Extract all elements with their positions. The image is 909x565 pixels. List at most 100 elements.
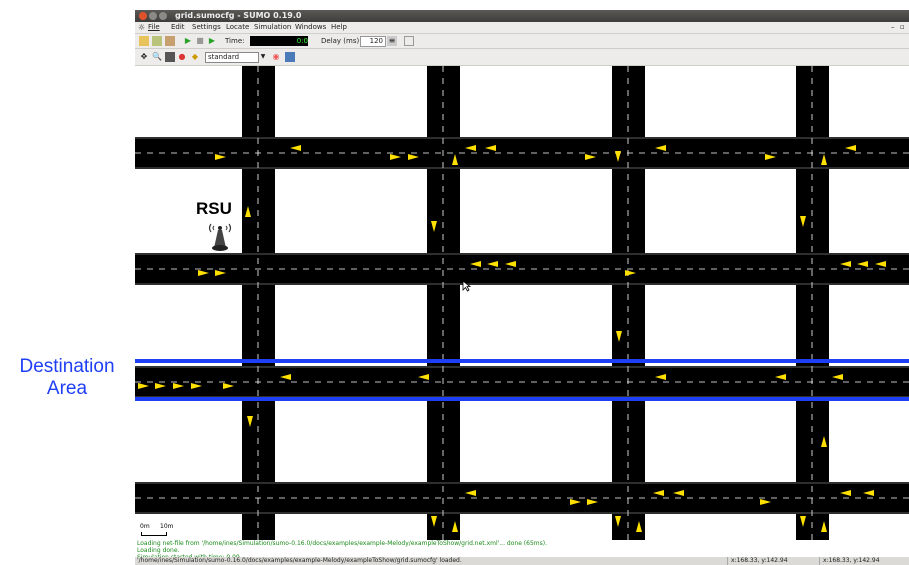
vehicle[interactable] — [800, 516, 806, 527]
status-bar: '/home/ines/Simulation/sumo-0.16.0/docs/… — [135, 557, 909, 565]
vehicle[interactable] — [653, 490, 664, 496]
run-icon[interactable]: ▶ — [183, 36, 193, 46]
locate-vehicle-icon[interactable]: ● — [177, 52, 187, 62]
recenter-icon[interactable]: ✥ — [139, 52, 149, 62]
vehicle[interactable] — [215, 270, 226, 276]
vehicle[interactable] — [280, 374, 291, 380]
lane-markings — [135, 66, 909, 540]
vehicle[interactable] — [485, 145, 496, 151]
restore-icon[interactable]: – — [891, 22, 895, 33]
rsu-antenna-icon — [208, 223, 232, 251]
vehicle[interactable] — [245, 206, 251, 217]
vehicle[interactable] — [800, 216, 806, 227]
vehicle[interactable] — [431, 516, 437, 527]
vehicle[interactable] — [390, 154, 401, 160]
vehicle[interactable] — [655, 145, 666, 151]
minimize-window-button[interactable] — [149, 12, 157, 20]
vehicle[interactable] — [452, 154, 458, 165]
stop-icon[interactable]: ■ — [195, 36, 205, 46]
mouse-cursor-icon — [462, 280, 471, 292]
vehicle[interactable] — [857, 261, 868, 267]
vehicle[interactable] — [191, 383, 202, 389]
vehicle[interactable] — [775, 374, 786, 380]
window-title: grid.sumocfg - SUMO 0.19.0 — [175, 11, 302, 20]
vehicle[interactable] — [587, 499, 598, 505]
close-window-button[interactable] — [139, 12, 147, 20]
destination-boundary-bottom — [135, 397, 909, 401]
menu-simulation[interactable]: Simulation — [254, 22, 291, 33]
delay-stepper[interactable]: ≡ — [387, 36, 397, 46]
step-icon[interactable]: ▶ — [207, 36, 217, 46]
vehicle[interactable] — [465, 145, 476, 151]
vehicle[interactable] — [290, 145, 301, 151]
vehicle[interactable] — [198, 270, 209, 276]
vehicle[interactable] — [505, 261, 516, 267]
simulation-view[interactable]: RSU 0m 10m — [135, 66, 909, 540]
menu-edit[interactable]: Edit — [171, 22, 185, 33]
vehicle[interactable] — [470, 261, 481, 267]
vehicle[interactable] — [138, 383, 149, 389]
menu-locate[interactable]: Locate — [226, 22, 249, 33]
vehicle[interactable] — [821, 154, 827, 165]
sumo-window: grid.sumocfg - SUMO 0.19.0 ☼ File Edit S… — [135, 10, 909, 565]
vehicle[interactable] — [247, 416, 253, 427]
vehicle[interactable] — [636, 521, 642, 532]
vehicle[interactable] — [465, 490, 476, 496]
menu-help[interactable]: Help — [331, 22, 347, 33]
view-toolbar: ✥ 🔍 ● ◆ standard ▼ ◉ — [135, 49, 909, 66]
maximize-window-button[interactable] — [159, 12, 167, 20]
destination-label-line2: Area — [46, 378, 88, 399]
vehicle[interactable] — [215, 154, 226, 160]
open-simulation-icon[interactable] — [139, 36, 149, 46]
log-line: Loading done. — [137, 547, 180, 554]
vehicle[interactable] — [840, 490, 851, 496]
delay-input[interactable]: 120 — [360, 36, 386, 47]
vehicle[interactable] — [585, 154, 596, 160]
vehicle[interactable] — [615, 516, 621, 527]
screenshot-icon[interactable] — [285, 52, 295, 62]
menu-windows[interactable]: Windows — [295, 22, 326, 33]
menu-file[interactable]: File — [148, 22, 160, 33]
vehicle[interactable] — [832, 374, 843, 380]
status-message: '/home/ines/Simulation/sumo-0.16.0/docs/… — [137, 557, 462, 564]
vehicle[interactable] — [155, 383, 166, 389]
vehicle[interactable] — [765, 154, 776, 160]
vehicle[interactable] — [615, 151, 621, 162]
menu-settings[interactable]: Settings — [192, 22, 221, 33]
app-menu-icon[interactable]: ☼ — [138, 22, 145, 33]
close-icon[interactable]: ▫ — [900, 22, 905, 33]
scheme-select[interactable]: standard — [205, 52, 259, 63]
vehicle[interactable] — [418, 374, 429, 380]
vehicle[interactable] — [487, 261, 498, 267]
locate-junction-icon[interactable] — [165, 52, 175, 62]
locate-poi-icon[interactable]: ◆ — [190, 52, 200, 62]
vehicle[interactable] — [223, 383, 234, 389]
vehicle[interactable] — [570, 499, 581, 505]
vehicle[interactable] — [431, 221, 437, 232]
vehicle[interactable] — [408, 154, 419, 160]
rsu-label: RSU — [196, 199, 232, 218]
zoom-icon[interactable]: 🔍 — [152, 52, 162, 62]
vehicle[interactable] — [760, 499, 771, 505]
vehicle[interactable] — [845, 145, 856, 151]
vehicle[interactable] — [655, 374, 666, 380]
vehicle[interactable] — [863, 490, 874, 496]
vehicle[interactable] — [173, 383, 184, 389]
status-coords-2: x:168.33, y:142.94 — [819, 557, 880, 565]
vehicle[interactable] — [625, 270, 636, 276]
open-network-icon[interactable] — [152, 36, 162, 46]
vehicle[interactable] — [821, 521, 827, 532]
color-scheme-icon[interactable]: ◉ — [271, 52, 281, 62]
title-bar: grid.sumocfg - SUMO 0.19.0 — [135, 10, 909, 22]
new-view-icon[interactable] — [404, 36, 414, 46]
vehicle[interactable] — [821, 436, 827, 447]
vehicle[interactable] — [673, 490, 684, 496]
vehicle[interactable] — [616, 331, 622, 342]
destination-label: Destination Area — [4, 356, 130, 400]
destination-label-line1: Destination — [19, 356, 115, 377]
vehicle[interactable] — [840, 261, 851, 267]
vehicle[interactable] — [875, 261, 886, 267]
vehicle[interactable] — [452, 521, 458, 532]
reload-icon[interactable] — [165, 36, 175, 46]
scheme-dropdown-icon[interactable]: ▼ — [258, 52, 268, 62]
